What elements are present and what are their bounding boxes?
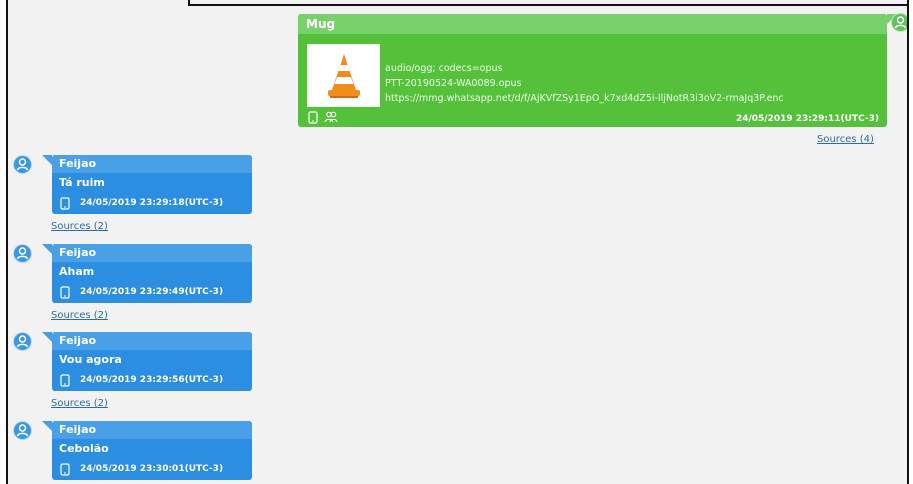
- sources-link[interactable]: Sources (2): [51, 398, 108, 409]
- incoming-bubble-tail: [42, 244, 52, 254]
- message-footer: 24/05/2019 23:29:18(UTC-3): [60, 196, 223, 210]
- sources-link[interactable]: Sources (2): [51, 310, 108, 321]
- phone-icon: [60, 196, 70, 210]
- attachment-mime: audio/ogg; codecs=opus: [385, 63, 503, 74]
- incoming-message: Feijao Vou agora 24/05/2019 23:29:56(UTC…: [52, 332, 252, 391]
- incoming-bubble-tail: [42, 421, 52, 431]
- message-timestamp: 24/05/2019 23:29:49(UTC-3): [80, 287, 224, 297]
- message-footer: 24/05/2019 23:29:56(UTC-3): [60, 373, 223, 387]
- user-avatar-icon: [891, 13, 907, 32]
- incoming-bubble-tail: [42, 155, 52, 165]
- outgoing-timestamp: 24/05/2019 23:29:11(UTC-3): [735, 114, 879, 124]
- outgoing-footer-icons: [308, 110, 338, 124]
- incoming-message: Feijao Tá ruim 24/05/2019 23:29:18(UTC-3…: [52, 155, 252, 214]
- phone-icon: [60, 373, 70, 387]
- outgoing-sources-link[interactable]: Sources (4): [817, 134, 874, 145]
- incoming-message: Feijao Aham 24/05/2019 23:29:49(UTC-3): [52, 244, 252, 303]
- attachment-info: audio/ogg; codecs=opus PTT-20190524-WA00…: [385, 61, 784, 106]
- outgoing-sender-name: Mug: [298, 14, 887, 34]
- phone-icon: [308, 110, 318, 124]
- contact-avatar-icon: [13, 421, 32, 440]
- top-divider: [188, 0, 907, 6]
- message-footer: 24/05/2019 23:30:01(UTC-3): [60, 462, 223, 476]
- message-timestamp: 24/05/2019 23:30:01(UTC-3): [80, 464, 224, 474]
- outgoing-message: Mug audio/ogg; codecs=opus PTT-20190524-…: [298, 14, 887, 127]
- message-text: Cebolão: [59, 442, 109, 455]
- sources-link[interactable]: Sources (2): [51, 221, 108, 232]
- attachment-url[interactable]: https://mmg.whatsapp.net/d/f/AjKVfZSy1Ep…: [385, 91, 784, 106]
- group-icon: [324, 111, 338, 123]
- incoming-sender-name: Feijao: [52, 421, 252, 439]
- attachment-filename: PTT-20190524-WA0089.opus: [385, 78, 522, 89]
- message-text: Tá ruim: [59, 176, 105, 189]
- message-footer: 24/05/2019 23:29:49(UTC-3): [60, 285, 223, 299]
- chat-panel: Mug audio/ogg; codecs=opus PTT-20190524-…: [6, 0, 909, 484]
- message-timestamp: 24/05/2019 23:29:56(UTC-3): [80, 375, 224, 385]
- incoming-sender-name: Feijao: [52, 244, 252, 262]
- contact-avatar-icon: [13, 244, 32, 263]
- message-timestamp: 24/05/2019 23:29:18(UTC-3): [80, 198, 224, 208]
- message-text: Aham: [59, 265, 95, 278]
- phone-icon: [60, 462, 70, 476]
- attachment-thumbnail[interactable]: [307, 44, 380, 107]
- incoming-sender-name: Feijao: [52, 155, 252, 173]
- message-text: Vou agora: [59, 353, 122, 366]
- contact-avatar-icon: [13, 332, 32, 351]
- vlc-icon: [328, 54, 360, 98]
- incoming-bubble-tail: [42, 332, 52, 342]
- contact-avatar-icon: [13, 155, 32, 174]
- phone-icon: [60, 285, 70, 299]
- incoming-message: Feijao Cebolão 24/05/2019 23:30:01(UTC-3…: [52, 421, 252, 480]
- incoming-sender-name: Feijao: [52, 332, 252, 350]
